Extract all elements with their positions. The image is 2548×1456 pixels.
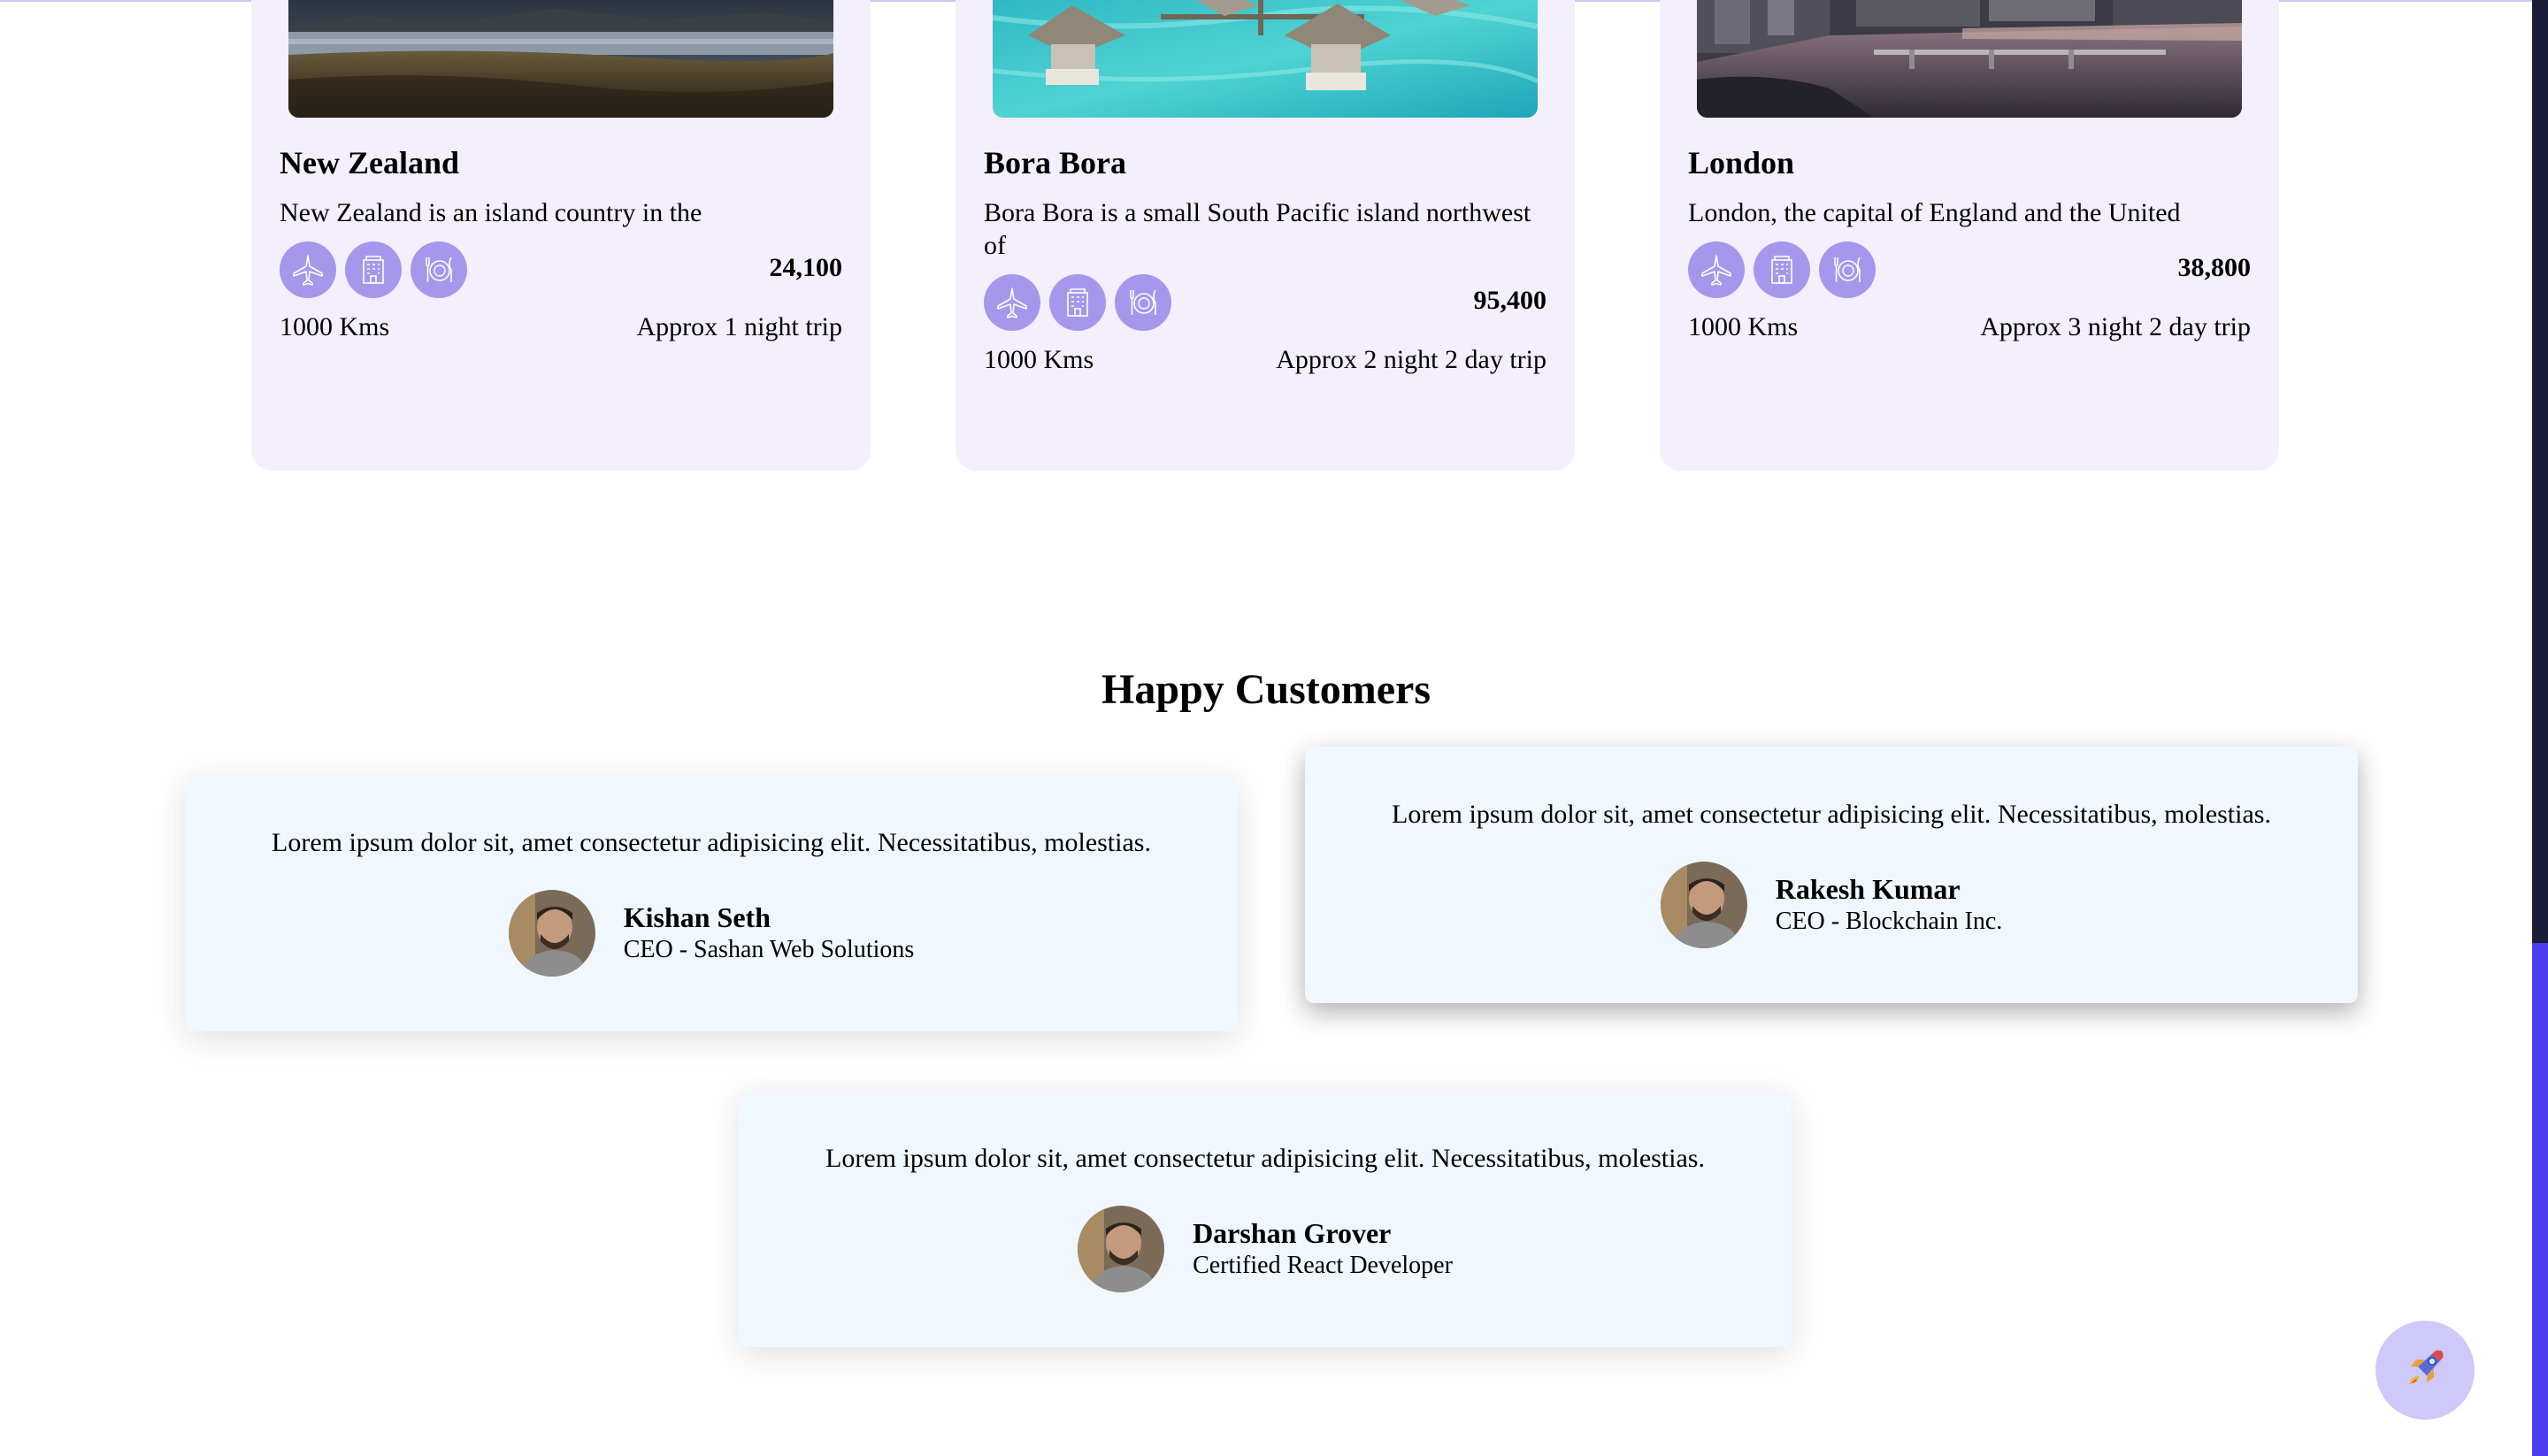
- destination-distance: 1000 Kms: [984, 345, 1094, 374]
- author-role: CEO - Sashan Web Solutions: [623, 936, 915, 963]
- author-name: Darshan Grover: [1193, 1217, 1392, 1249]
- destination-description: London, the capital of England and the U…: [1688, 198, 2181, 227]
- author-role: Certified React Developer: [1193, 1252, 1453, 1279]
- destination-image-new-zealand: [288, 0, 833, 118]
- scrollbar-thumb[interactable]: [2532, 943, 2548, 1456]
- food-icon: [1115, 274, 1171, 331]
- scroll-to-top-button[interactable]: [2375, 1321, 2475, 1420]
- destination-distance: 1000 Kms: [1688, 312, 1799, 341]
- testimonial-text: Lorem ipsum dolor sit, amet consectetur …: [825, 1144, 1705, 1173]
- author-info: Kishan Seth CEO - Sashan Web Solutions: [624, 900, 915, 966]
- author-role: CEO - Blockchain Inc.: [1775, 908, 2003, 935]
- destination-title: New Zealand: [280, 145, 460, 180]
- rocket-icon: [2400, 1344, 2450, 1398]
- section-title-happy-customers: Happy Customers: [1101, 666, 1431, 713]
- destination-trip-duration: Approx 1 night trip: [636, 312, 843, 341]
- testimonial-text: Lorem ipsum dolor sit, amet consectetur …: [1392, 800, 2271, 829]
- food-icon: [1819, 241, 1876, 298]
- author-name: Rakesh Kumar: [1775, 873, 1961, 905]
- airplane-icon: [1688, 241, 1745, 298]
- destination-price: 24,100: [769, 253, 843, 282]
- testimonial-text: Lorem ipsum dolor sit, amet consectetur …: [272, 828, 1151, 857]
- hotel-icon: [345, 241, 402, 298]
- destination-card-new-zealand[interactable]: New Zealand New Zealand is an island cou…: [251, 0, 871, 471]
- destination-image-bora-bora: [993, 0, 1538, 118]
- food-icon: [411, 241, 467, 298]
- airplane-icon: [984, 274, 1040, 331]
- destination-card-bora-bora[interactable]: Bora Bora Bora Bora is a small South Pac…: [956, 0, 1575, 471]
- avatar: [508, 890, 595, 977]
- avatar: [1660, 862, 1747, 948]
- testimonial-card: Lorem ipsum dolor sit, amet consectetur …: [1305, 747, 2358, 1003]
- destination-price: 38,800: [2177, 253, 2252, 282]
- hotel-icon: [1754, 241, 1810, 298]
- destination-trip-duration: Approx 2 night 2 day trip: [1276, 345, 1546, 374]
- avatar: [1078, 1206, 1165, 1292]
- testimonial-author: Darshan Grover Certified React Developer: [739, 1206, 1792, 1292]
- destination-title: Bora Bora: [984, 145, 1126, 180]
- author-info: Rakesh Kumar CEO - Blockchain Inc.: [1776, 872, 2003, 938]
- destination-description: Bora Bora is a small South Pacific islan…: [984, 198, 1531, 260]
- author-info: Darshan Grover Certified React Developer: [1193, 1216, 1453, 1282]
- destination-distance: 1000 Kms: [280, 312, 390, 341]
- destination-description: New Zealand is an island country in the: [280, 198, 702, 227]
- author-name: Kishan Seth: [623, 901, 771, 933]
- hotel-icon: [1049, 274, 1106, 331]
- testimonial-card: Lorem ipsum dolor sit, amet consectetur …: [185, 775, 1238, 1031]
- testimonial-card: Lorem ipsum dolor sit, amet consectetur …: [739, 1091, 1792, 1347]
- destination-price: 95,400: [1473, 286, 1547, 315]
- testimonial-author: Kishan Seth CEO - Sashan Web Solutions: [185, 890, 1238, 977]
- destination-image-london: [1697, 0, 2242, 118]
- airplane-icon: [280, 241, 336, 298]
- amenity-icons: [984, 274, 1171, 331]
- testimonial-author: Rakesh Kumar CEO - Blockchain Inc.: [1305, 862, 2358, 948]
- amenity-icons: [1688, 241, 1876, 298]
- destination-card-london[interactable]: London London, the capital of England an…: [1660, 0, 2279, 471]
- destination-title: London: [1688, 145, 1795, 180]
- amenity-icons: [280, 241, 467, 298]
- destination-trip-duration: Approx 3 night 2 day trip: [1980, 312, 2251, 341]
